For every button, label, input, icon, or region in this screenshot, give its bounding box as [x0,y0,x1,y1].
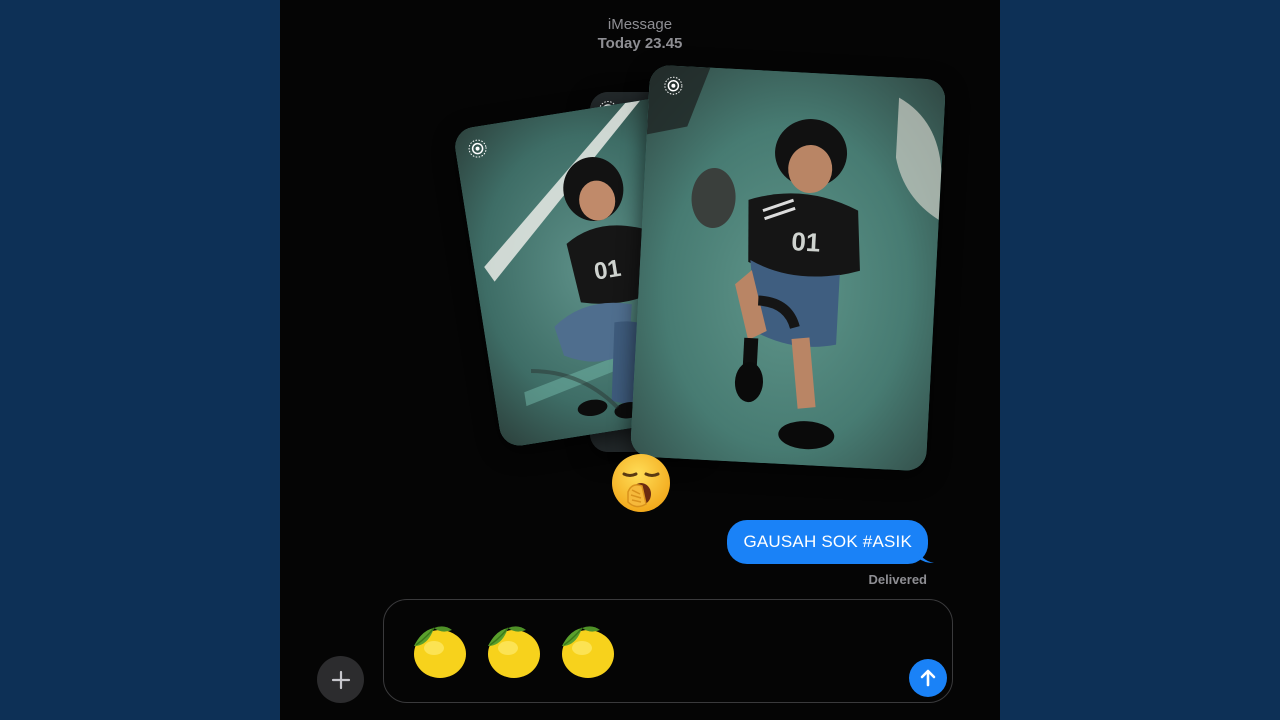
message-input-value: 🍋🍋🍋 [384,600,385,601]
sent-message-bubble[interactable]: GAUSAH SOK #ASIK [727,520,928,564]
messages-screen: iMessage Today 23.45 01 01 GAUSAH SOK #A… [280,0,1000,720]
lemon-icon [488,626,540,678]
svg-text:01: 01 [791,226,821,257]
yawning-face-icon[interactable] [610,452,672,514]
plus-icon [331,670,350,689]
delivery-status: Delivered [868,572,927,587]
service-label: iMessage [607,16,673,33]
message-input[interactable]: 🍋🍋🍋 [383,599,953,703]
bubble-tail [918,548,934,564]
arrow-up-icon [920,669,936,687]
photo-right[interactable]: 01 [629,64,947,472]
conversation-header: iMessage Today 23.45 [280,15,1000,53]
add-attachment-button[interactable] [317,656,364,703]
input-emoji-row [404,616,618,682]
svg-text:01: 01 [592,255,623,286]
lemon-icon [414,626,466,678]
live-photo-icon [663,75,684,96]
send-button[interactable] [909,659,947,697]
lemon-icon [562,626,614,678]
live-photo-icon [466,137,489,160]
timestamp: Today 23.45 [597,35,683,52]
